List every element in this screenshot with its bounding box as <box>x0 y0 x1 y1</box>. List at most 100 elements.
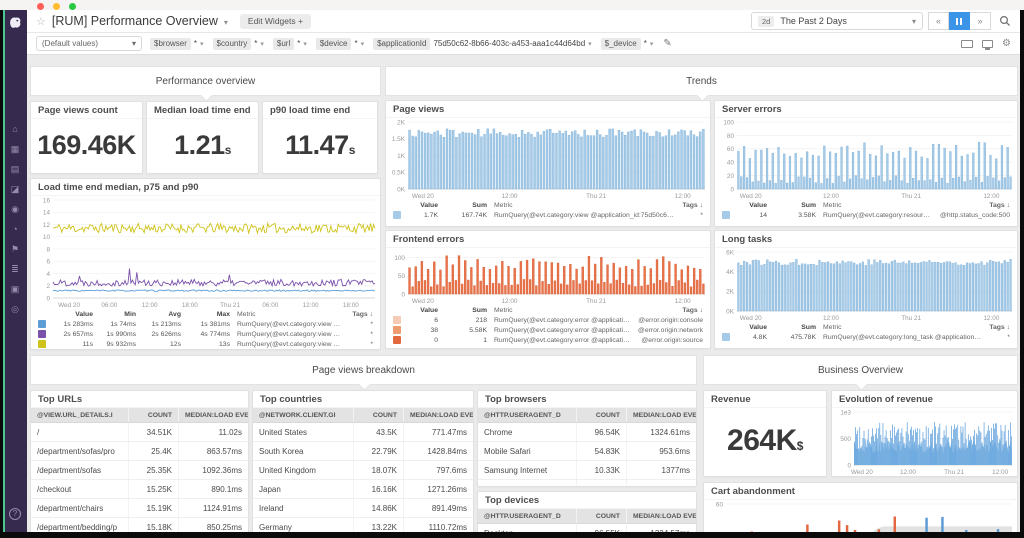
long-tasks-legend[interactable]: ValueSumMetricTags ↓4.8K475.78KRumQuery(… <box>715 322 1017 341</box>
legend-swatch[interactable] <box>38 340 46 348</box>
maximize-window-button[interactable] <box>69 3 76 10</box>
table-row[interactable]: Chrome96.54K1324.61ms <box>478 423 696 442</box>
widget-title: Median load time end <box>147 102 258 119</box>
server-errors-legend[interactable]: ValueSumMetricTags ↓143.58KRumQuery(@evt… <box>715 200 1017 219</box>
table-row[interactable]: South Korea22.79K1428.84ms <box>253 442 473 461</box>
widget-top-urls[interactable]: Top URLs @VIEW.URL_DETAILS.ICOUNTMEDIAN:… <box>30 390 249 532</box>
table-header-row[interactable]: @HTTP.USERAGENT_DCOUNTMEDIAN:LOAD EVENT <box>478 408 696 423</box>
title-chevron-down-icon[interactable]: ▾ <box>224 18 228 27</box>
cart-abandonment-chart[interactable]: 6040 <box>704 500 1017 532</box>
legend-swatch[interactable] <box>38 330 46 338</box>
table-row[interactable]: Japan16.16K1271.26ms <box>253 480 473 499</box>
legend-swatch[interactable] <box>393 326 401 334</box>
table-header-row[interactable]: @HTTP.USERAGENT_DCOUNTMEDIAN:LOAD EVENT <box>478 509 696 524</box>
load-time-chart[interactable]: 1614121086420Wed 2006:0012:0018:00Thu 21… <box>31 196 380 309</box>
table-row[interactable]: /department/sofas25.35K1092.36ms <box>31 461 248 480</box>
widget-page-views-count[interactable]: Page views count 169.46K <box>30 101 143 174</box>
template-var-country[interactable]: $country*▾ <box>213 38 264 50</box>
widget-revenue[interactable]: Revenue 264K$ <box>703 390 827 477</box>
table-row[interactable]: Samsung Internet10.33K1377ms <box>478 461 696 480</box>
legend-swatch[interactable] <box>38 320 46 328</box>
template-var-_device[interactable]: $_device*▾ <box>601 38 654 50</box>
page-views-chart[interactable]: 2K1.5K1K0.5K0KWed 2012:00Thu 2112:00 <box>386 118 710 200</box>
metrics-icon[interactable]: ◉ <box>11 204 20 214</box>
time-range-picker[interactable]: 2d The Past 2 Days ▾ <box>751 12 923 30</box>
table-row[interactable]: Germany13.22K1110.72ms <box>253 518 473 532</box>
table-row[interactable]: /department/chairs15.19K1124.91ms <box>31 499 248 518</box>
widget-frontend-errors[interactable]: Frontend errors 100500Wed 2012:00Thu 211… <box>385 230 711 349</box>
table-header-row[interactable]: @VIEW.URL_DETAILS.ICOUNTMEDIAN:LOAD EVEN… <box>31 408 248 423</box>
ux-monitoring-icon[interactable]: ◎ <box>11 304 20 314</box>
tv-mode-icon[interactable] <box>982 40 993 48</box>
help-button[interactable]: ? <box>9 508 21 520</box>
widget-top-browsers[interactable]: Top browsers @HTTP.USERAGENT_DCOUNTMEDIA… <box>477 390 697 487</box>
edit-template-vars-icon[interactable]: ✎ <box>663 38 671 49</box>
time-backward-button[interactable]: « <box>928 12 949 30</box>
group-header-breakdown[interactable]: Page views breakdown <box>30 355 697 385</box>
table-row[interactable]: United Kingdom18.07K797.6ms <box>253 461 473 480</box>
table-header-row[interactable]: @NETWORK.CLIENT.GICOUNTMEDIAN:LOAD EVENT <box>253 408 473 423</box>
template-var-url[interactable]: $url*▾ <box>273 38 307 50</box>
dashboards-icon[interactable]: ▦ <box>11 144 20 154</box>
table-row[interactable]: /34.51K11.02s <box>31 423 248 442</box>
load-time-legend[interactable]: ValueMinAvgMaxMetricTags ↓1s 283ms1s 74m… <box>31 309 380 348</box>
table-row[interactable]: Desktop96.55K1324.57ms <box>478 524 696 532</box>
close-window-button[interactable] <box>37 3 44 10</box>
template-var-browser[interactable]: $browser*▾ <box>150 38 204 50</box>
server-errors-chart[interactable]: 100806040200Wed 2012:00Thu 2112:00 <box>715 118 1017 200</box>
time-forward-button[interactable]: » <box>970 12 991 30</box>
revenue-evolution-chart[interactable]: 1e35000Wed 2012:00Thu 2112:00 <box>832 408 1017 476</box>
table-row[interactable]: Mobile Safari54.83K953.6ms <box>478 442 696 461</box>
widget-server-errors[interactable]: Server errors 100806040200Wed 2012:00Thu… <box>714 100 1018 227</box>
widget-median-load-time[interactable]: Median load time end 1.21s <box>146 101 259 174</box>
group-header-business[interactable]: Business Overview <box>703 355 1018 385</box>
legend-swatch[interactable] <box>393 316 401 324</box>
zoom-search-button[interactable] <box>999 15 1011 27</box>
page-views-legend[interactable]: ValueSumMetricTags ↓1.7K167.74KRumQuery(… <box>386 200 710 219</box>
top-browsers-table[interactable]: @HTTP.USERAGENT_DCOUNTMEDIAN:LOAD EVENTC… <box>478 408 696 487</box>
table-row[interactable]: /checkout15.25K890.1ms <box>31 480 248 499</box>
top-devices-table[interactable]: @HTTP.USERAGENT_DCOUNTMEDIAN:LOAD EVENTD… <box>478 509 696 532</box>
keyboard-shortcuts-icon[interactable] <box>961 40 973 48</box>
security-icon[interactable]: ▣ <box>11 284 20 294</box>
widget-top-devices[interactable]: Top devices @HTTP.USERAGENT_DCOUNTMEDIAN… <box>477 491 697 532</box>
favorite-star-icon[interactable]: ☆ <box>36 15 46 28</box>
widget-long-tasks[interactable]: Long tasks 6K4K2K0KWed 2012:00Thu 2112:0… <box>714 230 1018 349</box>
table-row[interactable]: United States43.5K771.47ms <box>253 423 473 442</box>
legend-swatch[interactable] <box>393 336 401 344</box>
saved-views-select[interactable]: (Default values) ▾ <box>36 36 142 51</box>
group-header-performance[interactable]: Performance overview <box>30 66 381 96</box>
pause-refresh-button[interactable] <box>949 12 970 30</box>
long-tasks-chart[interactable]: 6K4K2K0KWed 2012:00Thu 2112:00 <box>715 248 1017 322</box>
widget-top-countries[interactable]: Top countries @NETWORK.CLIENT.GICOUNTMED… <box>252 390 474 532</box>
legend-swatch[interactable] <box>722 211 730 219</box>
legend-swatch[interactable] <box>722 333 730 341</box>
legend-swatch[interactable] <box>393 211 401 219</box>
settings-gear-icon[interactable]: ⚙ <box>1002 39 1011 49</box>
widget-load-time-chart[interactable]: Load time end median, p75 and p90 161412… <box>30 178 381 350</box>
template-var-device[interactable]: $device*▾ <box>316 38 364 50</box>
datadog-logo[interactable] <box>8 15 23 30</box>
table-row[interactable]: Ireland14.86K891.49ms <box>253 499 473 518</box>
widget-cart-abandonment[interactable]: Cart abandonment 6040 <box>703 482 1018 532</box>
template-var-applicationId[interactable]: $applicationId75d50c62-8b66-403c-a453-aa… <box>373 38 592 50</box>
table-row[interactable]: /department/bedding/p15.18K850.25ms <box>31 518 248 532</box>
monitors-icon[interactable]: ◪ <box>11 184 20 194</box>
group-header-trends[interactable]: Trends <box>385 66 1018 96</box>
synthetics-icon[interactable]: ⚑ <box>11 244 20 254</box>
frontend-errors-chart[interactable]: 100500Wed 2012:00Thu 2112:00 <box>386 248 710 305</box>
apm-icon[interactable]: ◔ <box>11 224 20 234</box>
events-icon[interactable]: ⌂ <box>11 124 20 134</box>
widget-revenue-evolution[interactable]: Evolution of revenue 1e35000Wed 2012:00T… <box>831 390 1018 477</box>
logs-icon[interactable]: ≣ <box>11 264 20 274</box>
top-countries-table[interactable]: @NETWORK.CLIENT.GICOUNTMEDIAN:LOAD EVENT… <box>253 408 473 532</box>
table-row[interactable]: Chrome Mobile7.75K1325.88ms <box>478 480 696 487</box>
top-urls-table[interactable]: @VIEW.URL_DETAILS.ICOUNTMEDIAN:LOAD EVEN… <box>31 408 248 532</box>
table-row[interactable]: /department/sofas/pro25.4K863.57ms <box>31 442 248 461</box>
widget-page-views[interactable]: Page views 2K1.5K1K0.5K0KWed 2012:00Thu … <box>385 100 711 227</box>
minimize-window-button[interactable] <box>53 3 60 10</box>
edit-widgets-button[interactable]: Edit Widgets + <box>240 14 311 29</box>
widget-p90-load-time[interactable]: p90 load time end 11.47s <box>262 101 378 174</box>
frontend-errors-legend[interactable]: ValueSumMetricTags ↓6218RumQuery(@evt.ca… <box>386 305 710 344</box>
infrastructure-icon[interactable]: ▤ <box>11 164 20 174</box>
